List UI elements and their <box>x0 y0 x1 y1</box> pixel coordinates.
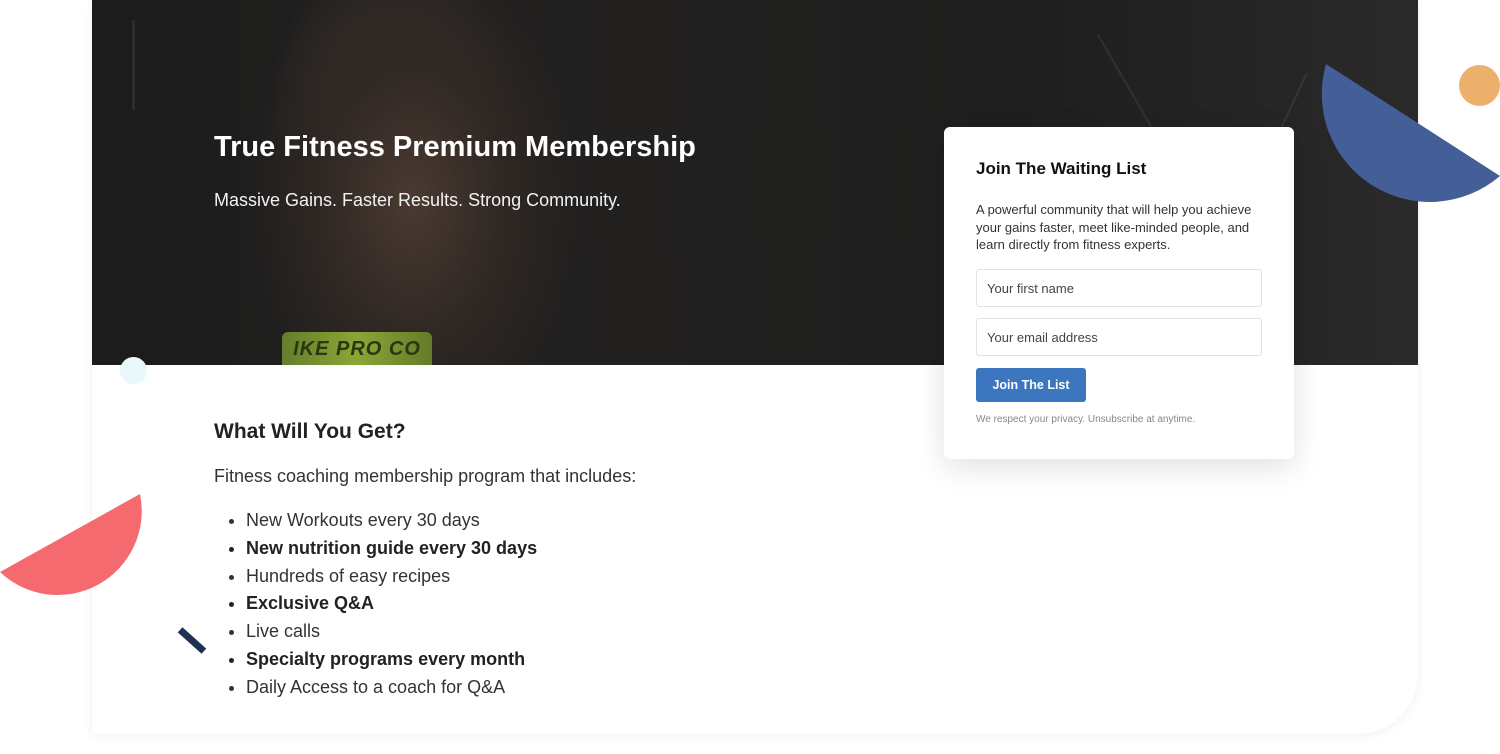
first-name-input[interactable] <box>976 269 1262 307</box>
benefit-item: Live calls <box>246 618 636 646</box>
form-description: A powerful community that will help you … <box>976 202 1252 252</box>
benefit-item: Hundreds of easy recipes <box>246 563 636 591</box>
benefits-section: What Will You Get? Fitness coaching memb… <box>214 420 636 702</box>
privacy-note: We respect your privacy. Unsubscribe at … <box>976 414 1196 425</box>
benefits-title: What Will You Get? <box>214 420 406 443</box>
page-title: True Fitness Premium Membership <box>214 131 696 163</box>
benefit-item: New nutrition guide every 30 days <box>246 535 636 563</box>
waiting-list-form: Join The Waiting List A powerful communi… <box>944 127 1294 459</box>
join-list-button[interactable]: Join The List <box>976 368 1086 402</box>
hero-bg-line <box>132 20 135 110</box>
decorative-teal-dot <box>120 357 147 384</box>
benefit-item: Exclusive Q&A <box>246 590 636 618</box>
hero-photo-waistband: IKE PRO CO <box>282 332 432 365</box>
page-subtitle: Massive Gains. Faster Results. Strong Co… <box>214 190 621 210</box>
decorative-orange-dot <box>1459 65 1500 106</box>
decorative-red-half-circle <box>0 494 142 595</box>
email-input[interactable] <box>976 318 1262 356</box>
benefits-intro: Fitness coaching membership program that… <box>214 466 637 486</box>
benefit-item: Specialty programs every month <box>246 646 636 674</box>
benefit-item: Daily Access to a coach for Q&A <box>246 674 636 702</box>
benefit-item: New Workouts every 30 days <box>246 507 636 535</box>
form-title: Join The Waiting List <box>976 159 1147 178</box>
benefits-list: New Workouts every 30 days New nutrition… <box>214 507 636 702</box>
hero-photo-waistband-text: IKE PRO CO <box>293 338 421 360</box>
